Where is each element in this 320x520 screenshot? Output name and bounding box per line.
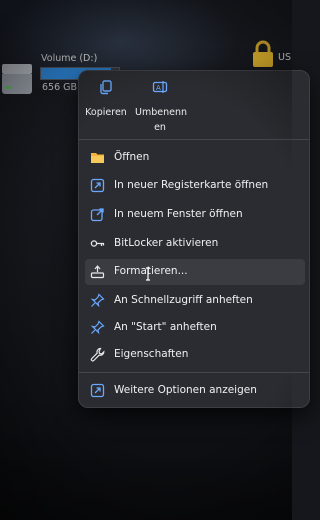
pin-icon <box>90 320 105 335</box>
wrench-icon <box>90 347 105 362</box>
menu-item-open[interactable]: Öffnen <box>85 145 305 171</box>
menu-item-label: In neuem Fenster öffnen <box>114 208 243 220</box>
menu-item-open-new-window[interactable]: In neuem Fenster öffnen <box>85 202 305 228</box>
rename-label-line: Umbenenn <box>135 107 187 118</box>
menu-item-format[interactable]: Formatieren... <box>85 259 305 285</box>
menu-item-label: Öffnen <box>114 151 150 163</box>
menu-item-bitlocker[interactable]: BitLocker aktivieren <box>85 231 305 257</box>
background-shadow <box>0 420 292 520</box>
new-window-icon <box>90 208 104 222</box>
menu-separator <box>79 139 309 140</box>
folder-icon <box>91 153 104 163</box>
rename-label-line: en <box>154 122 166 133</box>
copy-button[interactable]: Kopieren <box>80 79 132 120</box>
menu-item-label: BitLocker aktivieren <box>114 237 219 249</box>
context-menu: Kopieren A Umbenenn en Öffnen In neuer Re… <box>78 70 310 408</box>
format-icon <box>90 265 105 279</box>
new-tab-icon <box>90 178 105 193</box>
menu-item-more-options[interactable]: Weitere Optionen anzeigen <box>85 378 305 404</box>
key-icon <box>90 240 105 247</box>
copy-label: Kopieren <box>85 107 127 118</box>
menu-item-label: Weitere Optionen anzeigen <box>114 384 257 396</box>
text-cursor-icon <box>146 267 150 281</box>
rename-button[interactable]: A Umbenenn en <box>135 79 187 135</box>
drive-size: 656 GB <box>42 82 78 93</box>
menu-item-label: An Schnellzugriff anheften <box>114 294 253 306</box>
rename-label: Umbenenn en <box>135 105 187 135</box>
menu-item-properties[interactable]: Eigenschaften <box>85 342 305 368</box>
lock-icon <box>253 40 273 67</box>
drive-icon[interactable] <box>2 58 32 98</box>
menu-item-pin-quick-access[interactable]: An Schnellzugriff anheften <box>85 288 305 314</box>
menu-item-label: An "Start" anheften <box>114 321 217 333</box>
rename-icon: A <box>152 81 168 93</box>
menu-item-open-new-tab[interactable]: In neuer Registerkarte öffnen <box>85 173 305 199</box>
menu-item-pin-start[interactable]: An "Start" anheften <box>85 315 305 341</box>
copy-icon <box>100 80 112 95</box>
pin-icon <box>90 293 105 308</box>
menu-separator <box>79 372 309 373</box>
usb-drive-label[interactable]: US <box>278 52 291 63</box>
more-options-icon <box>90 383 105 398</box>
svg-text:A: A <box>156 84 161 92</box>
menu-item-label: In neuer Registerkarte öffnen <box>114 179 269 191</box>
drive-name[interactable]: Volume (D:) <box>41 53 97 64</box>
menu-item-label: Eigenschaften <box>114 348 189 360</box>
